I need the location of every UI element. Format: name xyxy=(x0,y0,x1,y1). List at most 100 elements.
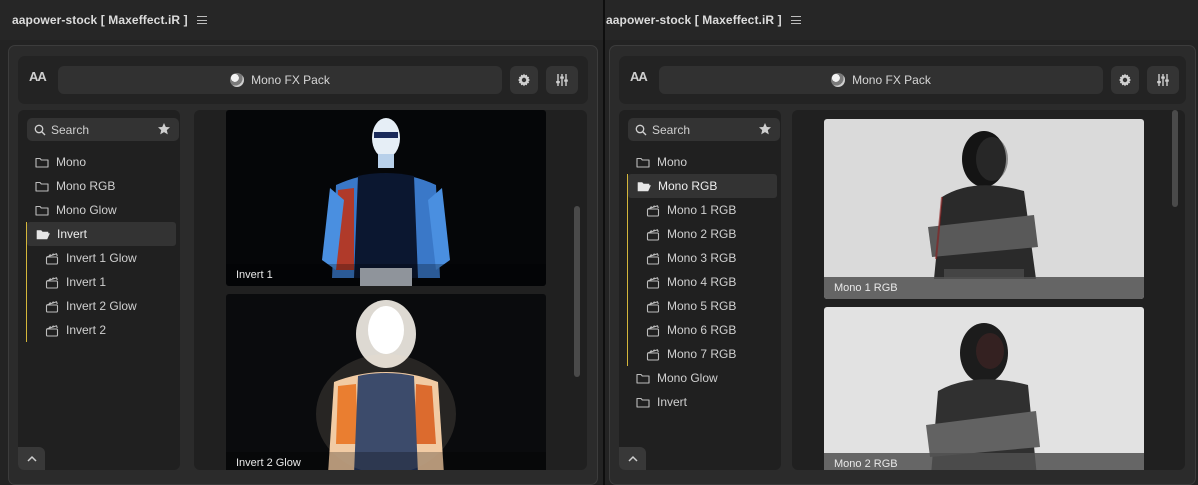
clapperboard-icon xyxy=(646,348,660,361)
tree-item-invert-2[interactable]: Invert 2 xyxy=(27,318,176,342)
pack-logo-icon xyxy=(230,73,245,87)
adjustments-button[interactable] xyxy=(546,66,578,94)
preview-image xyxy=(226,294,546,470)
toolbar: AA Mono FX Pack xyxy=(18,56,588,104)
pack-title: Mono FX Pack xyxy=(251,73,330,87)
preview-thumbnail[interactable]: Invert 2 Glow xyxy=(226,294,546,470)
folder-icon xyxy=(636,396,650,408)
hamburger-menu-icon[interactable] xyxy=(196,16,207,24)
pack-logo-icon xyxy=(831,73,846,87)
clapperboard-icon xyxy=(45,252,59,265)
tree-folder-mono-glow[interactable]: Mono Glow xyxy=(26,198,176,222)
tree-folder-invert[interactable]: Invert xyxy=(627,390,777,414)
search-icon xyxy=(34,124,46,135)
clapperboard-icon xyxy=(646,276,660,289)
tree-item-mono-6-rgb[interactable]: Mono 6 RGB xyxy=(628,318,777,342)
tree-item-mono-7-rgb[interactable]: Mono 7 RGB xyxy=(628,342,777,366)
expanded-group-mono-rgb: Mono RGB Mono 1 RGB Mono 2 RGB Mono 3 RG… xyxy=(627,174,777,366)
tree-folder-mono[interactable]: Mono xyxy=(627,150,777,174)
clapperboard-icon xyxy=(646,204,660,217)
tree-item-mono-2-rgb[interactable]: Mono 2 RGB xyxy=(628,222,777,246)
sidebar: Search Mono Mono RGB Mono Glow Invert In… xyxy=(18,110,180,470)
text-size-button[interactable]: AA xyxy=(29,69,47,84)
thumbnail-caption: Mono 2 RGB xyxy=(824,453,1144,470)
expanded-group-invert: Invert Invert 1 Glow Invert 1 Invert 2 G… xyxy=(26,222,176,342)
clapperboard-icon xyxy=(45,300,59,313)
tree-item-invert-1-glow[interactable]: Invert 1 Glow xyxy=(27,246,176,270)
preview-image xyxy=(226,110,546,286)
preview-image xyxy=(824,119,1144,299)
tree-item-mono-4-rgb[interactable]: Mono 4 RGB xyxy=(628,270,777,294)
sliders-icon xyxy=(556,74,568,86)
favorites-star-icon[interactable] xyxy=(758,122,772,136)
tree-folder-mono-rgb[interactable]: Mono RGB xyxy=(26,174,176,198)
settings-button[interactable] xyxy=(510,66,538,94)
window-title: aapower-stock [ Maxeffect.iR ] xyxy=(606,13,782,27)
collapse-button[interactable] xyxy=(619,447,646,470)
tree-item-mono-3-rgb[interactable]: Mono 3 RGB xyxy=(628,246,777,270)
settings-button[interactable] xyxy=(1111,66,1139,94)
tree-item-invert-1[interactable]: Invert 1 xyxy=(27,270,176,294)
clapperboard-icon xyxy=(45,324,59,337)
thumbnail-caption: Invert 1 xyxy=(226,264,546,286)
chevron-up-icon xyxy=(627,455,638,462)
window-title: aapower-stock [ Maxeffect.iR ] xyxy=(12,13,188,27)
folder-icon xyxy=(35,204,49,216)
preview-grid: Mono 1 RGB Mono 2 RGB xyxy=(792,110,1185,470)
title-bar: aapower-stock [ Maxeffect.iR ] xyxy=(0,0,603,40)
text-size-button[interactable]: AA xyxy=(630,69,648,84)
clapperboard-icon xyxy=(646,252,660,265)
clapperboard-icon xyxy=(646,300,660,313)
preview-image xyxy=(824,307,1144,470)
adjustments-button[interactable] xyxy=(1147,66,1179,94)
toolbar: AA Mono FX Pack xyxy=(619,56,1186,104)
preview-thumbnail[interactable]: Invert 1 xyxy=(226,110,546,286)
sidebar: Search Mono Mono RGB Mono 1 RGB Mono 2 R… xyxy=(619,110,781,470)
category-tree: Mono Mono RGB Mono 1 RGB Mono 2 RGB Mono… xyxy=(627,150,777,414)
tree-item-invert-2-glow[interactable]: Invert 2 Glow xyxy=(27,294,176,318)
folder-icon xyxy=(35,180,49,192)
gear-icon xyxy=(1119,73,1131,87)
tree-folder-mono-rgb[interactable]: Mono RGB xyxy=(628,174,777,198)
preview-thumbnail[interactable]: Mono 1 RGB xyxy=(824,119,1144,299)
search-label: Search xyxy=(51,122,90,137)
thumbnail-caption: Invert 2 Glow xyxy=(226,452,546,470)
category-tree: Mono Mono RGB Mono Glow Invert Invert 1 … xyxy=(26,150,176,342)
gear-icon xyxy=(518,73,530,87)
title-bar: aapower-stock [ Maxeffect.iR ] xyxy=(605,0,1198,40)
folder-icon xyxy=(636,372,650,384)
search-input[interactable]: Search xyxy=(628,118,780,141)
favorites-star-icon[interactable] xyxy=(157,122,171,136)
preview-thumbnail[interactable]: Mono 2 RGB xyxy=(824,307,1144,470)
clapperboard-icon xyxy=(646,324,660,337)
tree-item-mono-1-rgb[interactable]: Mono 1 RGB xyxy=(628,198,777,222)
preview-grid: Invert 1 Invert 2 Glow xyxy=(194,110,587,470)
search-label: Search xyxy=(652,122,691,137)
pack-title: Mono FX Pack xyxy=(852,73,931,87)
clapperboard-icon xyxy=(646,228,660,241)
folder-icon xyxy=(35,156,49,168)
hamburger-menu-icon[interactable] xyxy=(790,16,801,24)
tree-folder-mono-glow[interactable]: Mono Glow xyxy=(627,366,777,390)
right-window: aapower-stock [ Maxeffect.iR ] AA Mono F… xyxy=(605,0,1198,485)
search-icon xyxy=(635,124,647,135)
collapse-button[interactable] xyxy=(18,447,45,470)
left-window: aapower-stock [ Maxeffect.iR ] AA Mono F… xyxy=(0,0,603,485)
sliders-icon xyxy=(1157,74,1169,86)
extension-panel: AA Mono FX Pack Search Mono Mono RGB Mon… xyxy=(8,45,598,485)
chevron-up-icon xyxy=(26,455,37,462)
search-input[interactable]: Search xyxy=(27,118,179,141)
extension-panel: AA Mono FX Pack Search Mono Mono RGB Mon… xyxy=(609,45,1196,485)
clapperboard-icon xyxy=(45,276,59,289)
tree-item-mono-5-rgb[interactable]: Mono 5 RGB xyxy=(628,294,777,318)
thumbnail-caption: Mono 1 RGB xyxy=(824,277,1144,299)
folder-open-icon xyxy=(637,180,651,192)
tree-folder-invert[interactable]: Invert xyxy=(27,222,176,246)
tree-folder-mono[interactable]: Mono xyxy=(26,150,176,174)
pack-selector-button[interactable]: Mono FX Pack xyxy=(58,66,502,94)
folder-open-icon xyxy=(36,228,50,240)
scrollbar-thumb[interactable] xyxy=(574,206,580,377)
scrollbar-thumb[interactable] xyxy=(1172,110,1178,207)
pack-selector-button[interactable]: Mono FX Pack xyxy=(659,66,1103,94)
folder-icon xyxy=(636,156,650,168)
